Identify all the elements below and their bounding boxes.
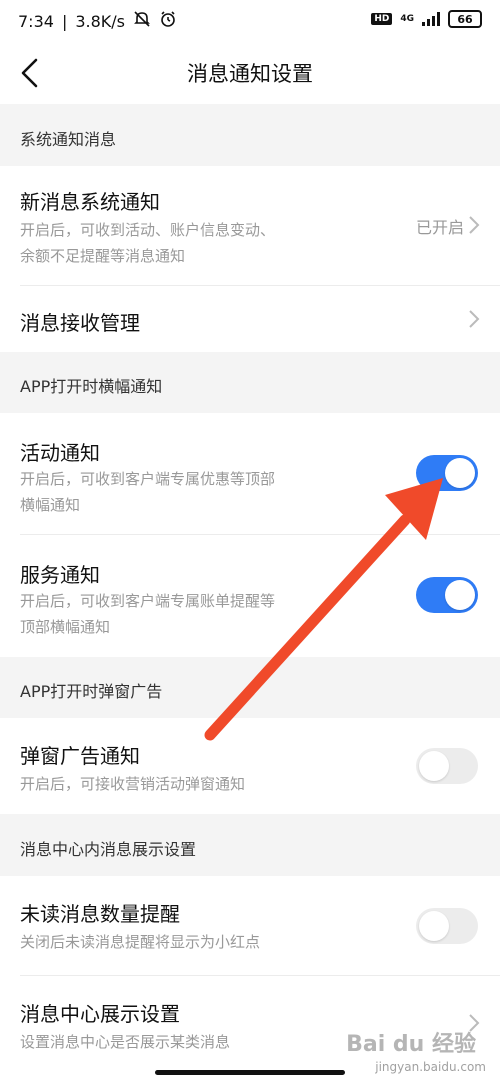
home-indicator [155, 1070, 345, 1075]
toggle-knob [445, 458, 475, 488]
battery-level: 66 [457, 12, 473, 26]
section-label: 消息中心内消息展示设置 [20, 840, 197, 859]
page-title: 消息通知设置 [187, 62, 313, 86]
screen: 7:34 | 3.8K/s HD 4G 66 消息通知设置 系统通知消息 新消息… [0, 0, 500, 1084]
status-right: HD 4G 66 [371, 10, 482, 28]
alarm-icon [159, 10, 177, 32]
row-title: 活动通知 [20, 441, 100, 465]
section-header-popup: APP打开时弹窗广告 [0, 660, 500, 718]
row-activity-notification: 活动通知 开启后，可收到客户端专属优惠等顶部 横幅通知 [0, 413, 500, 535]
section-header-banner: APP打开时横幅通知 [0, 355, 500, 413]
row-title: 新消息系统通知 [20, 190, 160, 214]
row-service-notification: 服务通知 开启后，可收到客户端专属账单提醒等 顶部横幅通知 [0, 535, 500, 657]
row-desc-line2: 横幅通知 [20, 496, 81, 514]
hd-badge: HD [371, 13, 393, 25]
chevron-right-icon [469, 216, 480, 234]
row-title: 消息中心展示设置 [20, 1002, 180, 1026]
toggle-knob [445, 580, 475, 610]
row-title: 未读消息数量提醒 [20, 902, 180, 926]
section-label: APP打开时横幅通知 [20, 377, 163, 396]
row-desc-line2: 余额不足提醒等消息通知 [20, 247, 186, 265]
chevron-right-icon [469, 310, 480, 328]
toggle-knob [419, 751, 449, 781]
unread-reminder-toggle[interactable] [416, 908, 478, 944]
status-separator: | [61, 11, 68, 31]
popup-ad-toggle[interactable] [416, 748, 478, 784]
row-desc-line1: 开启后，可收到客户端专属账单提醒等 [20, 592, 276, 610]
battery-icon: 66 [448, 10, 482, 28]
row-desc-line1: 设置消息中心是否展示某类消息 [20, 1033, 231, 1051]
watermark-url: jingyan.baidu.com [375, 1060, 486, 1074]
row-title: 弹窗广告通知 [20, 744, 140, 768]
row-popup-ad-notification: 弹窗广告通知 开启后，可接收营销活动弹窗通知 [0, 718, 500, 814]
status-badge: 已开启 [415, 218, 464, 237]
status-time: 7:34 [18, 11, 54, 31]
row-desc-line2: 顶部横幅通知 [20, 618, 111, 636]
network-label: 4G [400, 14, 414, 24]
section-header-center: 消息中心内消息展示设置 [0, 818, 500, 876]
status-bar: 7:34 | 3.8K/s HD 4G 66 [0, 0, 500, 42]
row-receive-management[interactable]: 消息接收管理 [0, 286, 500, 352]
row-desc-line1: 开启后，可收到活动、账户信息变动、 [20, 221, 276, 239]
activity-notification-toggle[interactable] [416, 455, 478, 491]
row-desc-line1: 开启后，可接收营销活动弹窗通知 [20, 775, 246, 793]
section-label: 系统通知消息 [20, 130, 117, 149]
row-desc-line1: 关闭后未读消息提醒将显示为小红点 [20, 933, 261, 951]
toggle-knob [419, 911, 449, 941]
row-unread-count-reminder: 未读消息数量提醒 关闭后未读消息提醒将显示为小红点 [0, 876, 500, 976]
section-label: APP打开时弹窗广告 [20, 682, 163, 701]
nav-bar: 消息通知设置 [0, 42, 500, 104]
row-title: 消息接收管理 [20, 311, 140, 335]
baidu-jingyan-watermark: Bai du 经验 [346, 1032, 476, 1057]
section-header-system: 系统通知消息 [0, 108, 500, 166]
row-desc-line1: 开启后，可收到客户端专属优惠等顶部 [20, 470, 276, 488]
row-new-msg-system-notification[interactable]: 新消息系统通知 开启后，可收到活动、账户信息变动、 余额不足提醒等消息通知 已开… [0, 166, 500, 286]
signal-icon [422, 12, 440, 26]
service-notification-toggle[interactable] [416, 577, 478, 613]
status-speed: 3.8K/s [75, 11, 125, 31]
status-left: 7:34 | 3.8K/s [18, 10, 177, 32]
row-title: 服务通知 [20, 563, 100, 587]
mute-icon [133, 10, 151, 32]
